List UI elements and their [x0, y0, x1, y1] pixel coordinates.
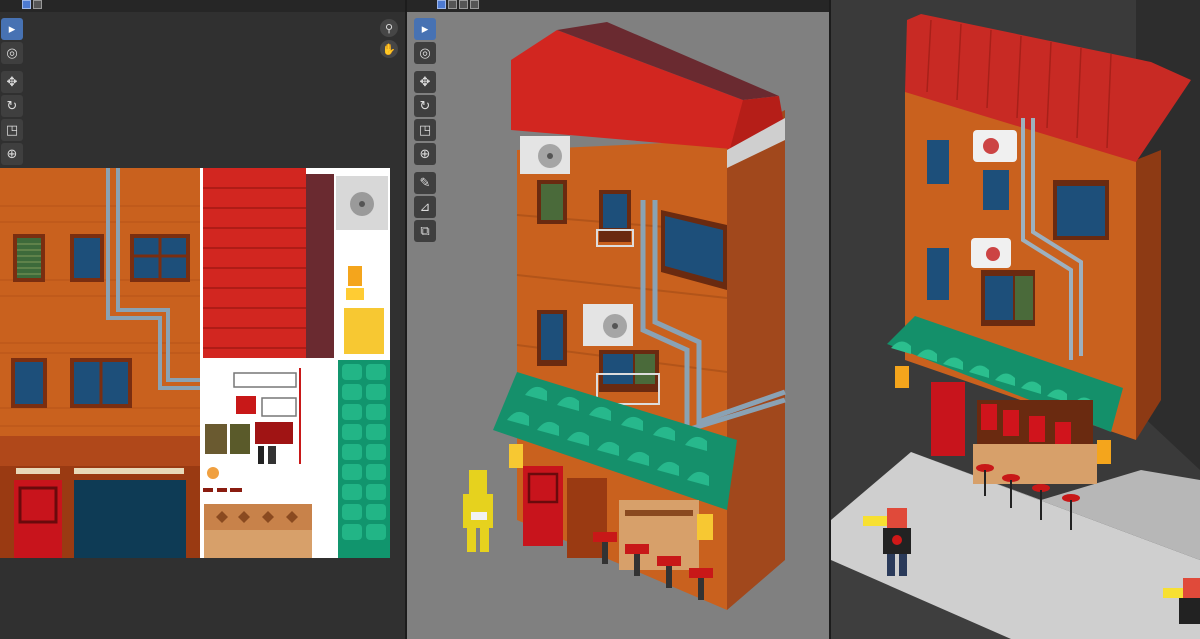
scale-tool[interactable]: ◳: [1, 119, 23, 141]
roof-edge-texture: [306, 174, 334, 358]
texture-atlas-image[interactable]: [0, 168, 390, 558]
move-tool[interactable]: ✥: [1, 71, 23, 93]
lantern: [1097, 440, 1111, 464]
painted-building-illustration: [831, 0, 1200, 639]
select-box-icon[interactable]: [22, 0, 31, 9]
lantern-texture: [348, 266, 362, 286]
zoom-view-icon[interactable]: ⚲: [380, 19, 398, 37]
uv-sync-icon[interactable]: [33, 0, 42, 9]
cursor-tool[interactable]: ◎: [1, 42, 23, 64]
toolbar-separator: [1, 66, 23, 69]
lantern: [895, 366, 909, 388]
pan-view-icon[interactable]: ✋: [380, 40, 398, 58]
stool-texture: [236, 396, 256, 414]
painted-counter: [973, 444, 1097, 484]
uv-editor-header: [0, 0, 405, 12]
texture-atlas-drawing: [0, 168, 390, 558]
uv-header-icons: [22, 0, 42, 9]
rotate-tool[interactable]: ↻: [1, 95, 23, 117]
painted-door: [931, 382, 965, 456]
yellow-lantern: [509, 444, 523, 468]
shop-window-texture: [74, 480, 186, 558]
uv-editor-pane[interactable]: ▸◎✥↻◳⊕✎⬚ ⚲ ✋: [0, 0, 405, 639]
select-box-tool[interactable]: ▸: [1, 18, 23, 40]
3d-viewport-pane[interactable]: ▸ ◎ ✥ ↻ ◳ ⊕ ✎ ⊿ ⧉: [407, 0, 829, 639]
building-side-wall: [727, 110, 785, 610]
paintover-image-pane[interactable]: [831, 0, 1200, 639]
transform-tool[interactable]: ⊕: [1, 143, 23, 165]
yellow-lantern: [697, 514, 713, 540]
roof-texture: [203, 168, 306, 358]
voxel-building-model[interactable]: [407, 0, 829, 639]
crate-texture: [205, 424, 227, 454]
voxel-figure: [463, 470, 493, 552]
